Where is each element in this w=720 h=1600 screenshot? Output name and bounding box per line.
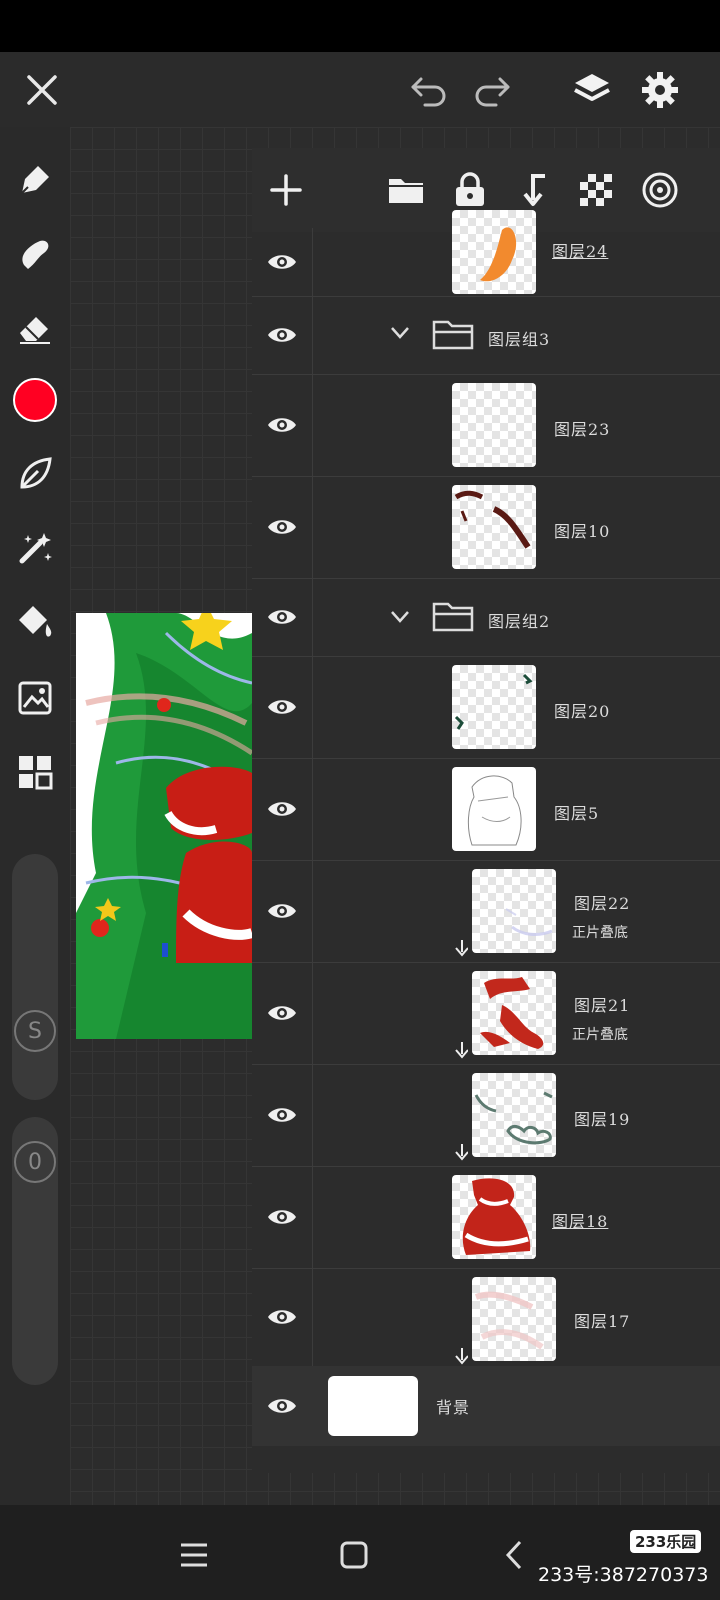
leaf-icon[interactable] — [10, 449, 60, 499]
clip-arrow-icon — [455, 940, 468, 957]
magic-wand-icon[interactable] — [10, 523, 60, 573]
chevron-down-icon[interactable] — [390, 610, 410, 624]
status-bar — [0, 0, 720, 52]
folder-icon — [432, 320, 474, 350]
blend-mode-label: 正片叠底 — [572, 1027, 628, 1043]
layer-thumbnail — [472, 971, 556, 1055]
layer-thumbnail — [472, 1277, 556, 1361]
opacity-slider[interactable]: 0 — [12, 1117, 58, 1385]
layer-name: 图层18 — [552, 1212, 609, 1231]
layer-name: 图层19 — [574, 1110, 631, 1129]
folder-icon[interactable] — [382, 166, 430, 214]
top-bar — [0, 52, 720, 127]
merge-down-icon[interactable] — [510, 166, 558, 214]
fill-bucket-icon[interactable] — [10, 597, 60, 647]
brush-size-slider[interactable]: S — [12, 854, 58, 1100]
clip-arrow-icon — [455, 1042, 468, 1059]
pen-icon[interactable] — [10, 155, 60, 205]
layer-name: 图层22 — [574, 894, 631, 913]
eye-icon[interactable] — [252, 1064, 313, 1166]
layer-name: 图层10 — [554, 522, 611, 541]
layer-thumbnail — [452, 665, 536, 749]
back-icon[interactable] — [492, 1535, 536, 1575]
layer-row[interactable]: 图层10 — [252, 476, 720, 579]
layer-thumbnail — [452, 767, 536, 851]
grid-icon[interactable] — [10, 747, 60, 797]
redo-icon[interactable] — [468, 66, 516, 114]
layer-thumbnail — [452, 1175, 536, 1259]
layer-row[interactable]: 图层20 — [252, 656, 720, 759]
watermark-logo: 233乐园 — [630, 1530, 702, 1553]
tool-sidebar: S 0 — [0, 127, 70, 1505]
eye-icon[interactable] — [252, 860, 313, 962]
size-slider-knob[interactable]: S — [14, 1010, 56, 1052]
layers-icon[interactable] — [566, 64, 618, 116]
layers-panel: 图层24 图层组3 图层23 图层10 图层组2 图层20 图层5 图层22 正… — [252, 148, 720, 1473]
layer-thumbnail — [452, 383, 536, 467]
blend-mode-label: 正片叠底 — [572, 925, 628, 941]
layer-row[interactable]: 图层17 — [252, 1268, 720, 1366]
layer-thumbnail — [472, 869, 556, 953]
layer-row[interactable]: 图层23 — [252, 374, 720, 477]
clip-arrow-icon — [455, 1144, 468, 1161]
eye-icon[interactable] — [252, 476, 313, 578]
layer-row[interactable]: 图层21 正片叠底 — [252, 962, 720, 1065]
layer-row[interactable]: 图层22 正片叠底 — [252, 860, 720, 963]
background-layer-row[interactable]: 背景 — [252, 1366, 720, 1446]
transparency-icon[interactable] — [572, 166, 620, 214]
opacity-label: 0 — [28, 1149, 42, 1175]
image-icon[interactable] — [10, 673, 60, 723]
layer-thumbnail — [472, 1073, 556, 1157]
folder-icon — [432, 602, 474, 632]
color-swatch[interactable] — [10, 375, 60, 425]
layer-row[interactable]: 图层19 — [252, 1064, 720, 1167]
eye-icon[interactable] — [252, 1366, 312, 1446]
eye-icon[interactable] — [252, 962, 313, 1064]
layer-group-row[interactable]: 图层组2 — [252, 578, 720, 657]
background-thumbnail — [328, 1376, 418, 1436]
eye-icon[interactable] — [252, 758, 313, 860]
layer-thumbnail — [452, 485, 536, 569]
clip-arrow-icon — [455, 1348, 468, 1365]
layer-name: 图层组2 — [488, 612, 551, 631]
eye-icon[interactable] — [252, 228, 313, 296]
size-label: S — [28, 1018, 42, 1044]
eye-icon[interactable] — [252, 1268, 313, 1366]
watermark-text: 233号:387270373 — [538, 1564, 709, 1586]
layer-row[interactable]: 图层18 — [252, 1166, 720, 1269]
layer-row[interactable]: 图层5 — [252, 758, 720, 861]
eye-icon[interactable] — [252, 578, 313, 656]
close-icon[interactable] — [18, 66, 66, 114]
home-icon[interactable] — [332, 1535, 376, 1575]
opacity-slider-knob[interactable]: 0 — [14, 1141, 56, 1183]
eye-icon[interactable] — [252, 374, 313, 476]
layer-name: 图层组3 — [488, 330, 551, 349]
target-icon[interactable] — [636, 166, 684, 214]
lock-icon[interactable] — [446, 166, 494, 214]
layer-group-row[interactable]: 图层组3 — [252, 296, 720, 375]
undo-icon[interactable] — [405, 66, 453, 114]
eraser-icon[interactable] — [10, 303, 60, 353]
eye-icon[interactable] — [252, 296, 313, 374]
settings-icon[interactable] — [634, 64, 686, 116]
layer-name: 图层24 — [552, 242, 609, 261]
eye-icon[interactable] — [252, 1166, 313, 1268]
chevron-down-icon[interactable] — [390, 326, 410, 340]
add-layer-icon[interactable] — [262, 166, 310, 214]
layer-name: 图层23 — [554, 420, 611, 439]
layer-thumbnail — [452, 210, 536, 294]
layer-name: 图层17 — [574, 1312, 631, 1331]
eye-icon[interactable] — [252, 656, 313, 758]
layer-name: 图层20 — [554, 702, 611, 721]
layer-name: 图层5 — [554, 804, 600, 823]
layer-name: 图层21 — [574, 996, 631, 1015]
layer-name: 背景 — [436, 1398, 471, 1417]
artwork-canvas[interactable] — [76, 613, 252, 1039]
layer-row[interactable]: 图层24 — [252, 210, 720, 297]
smudge-icon[interactable] — [10, 229, 60, 279]
menu-icon[interactable] — [172, 1535, 216, 1575]
